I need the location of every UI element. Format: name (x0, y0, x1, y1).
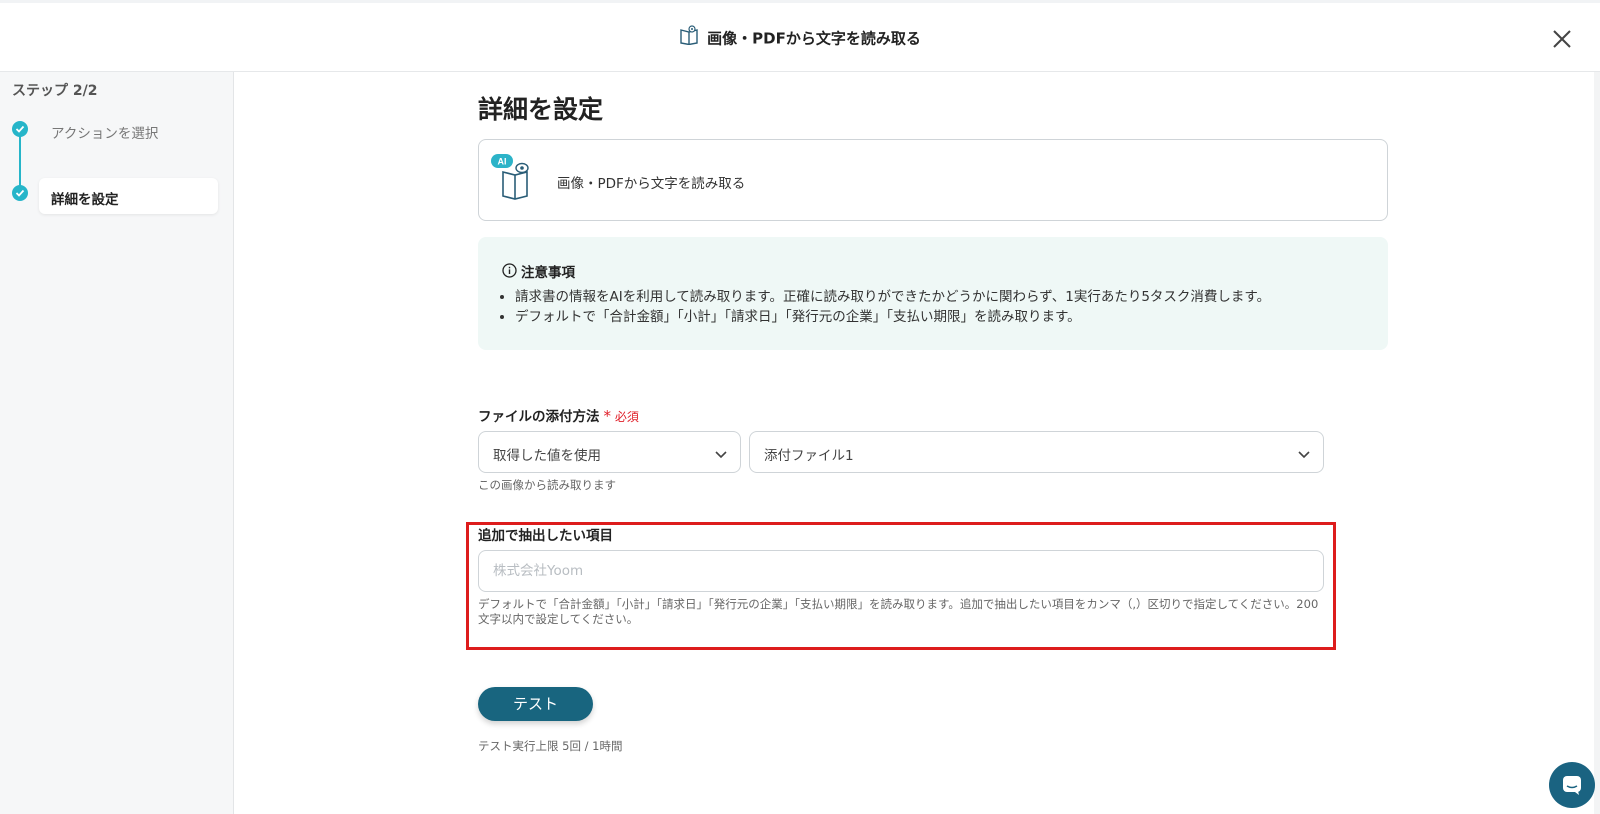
extra-items-label: 追加で抽出したい項目 (478, 528, 613, 544)
step-2-check-icon (12, 185, 28, 201)
info-icon (502, 262, 517, 282)
test-button[interactable]: テスト (478, 687, 593, 721)
required-text: 必須 (614, 410, 639, 424)
page-title: 詳細を設定 (478, 95, 604, 124)
action-card-label: 画像・PDFから文字を読み取る (557, 176, 746, 192)
main-content: 詳細を設定 AI 画像・PDFから文字を読み取る 注意事項 • 請求書の情報をA… (235, 72, 1600, 814)
notice-header: 注意事項 (502, 261, 575, 283)
action-card: AI 画像・PDFから文字を読み取る (478, 139, 1388, 221)
notice-box: 注意事項 請求書の情報をAIを利用して読み取ります。正確に読み取りができたかどう… (478, 237, 1388, 350)
notice-item: デフォルトで「合計金額」「小計」「請求日」「発行元の企業」「支払い期限」を読み取… (515, 307, 1270, 327)
extra-items-hint: デフォルトで「合計金額」「小計」「請求日」「発行元の企業」「支払い期限」を読み取… (478, 597, 1319, 626)
step-1-check-icon (12, 121, 28, 137)
step-sidebar: ステップ 2/2 アクションを選択 詳細を設定 (0, 72, 234, 814)
attach-method-value: 取得した値を使用 (493, 448, 601, 464)
test-limit-text: テスト実行上限 5回 / 1時間 (478, 739, 623, 753)
step-counter: ステップ 2/2 (12, 83, 98, 99)
notice-list: 請求書の情報をAIを利用して読み取ります。正確に読み取りができたかどうかに関わら… (515, 287, 1270, 327)
book-eye-icon (679, 25, 699, 49)
attach-method-label: ファイルの添付方法 * 必須 (478, 405, 639, 425)
attach-file-select[interactable]: 添付ファイル1 (749, 431, 1324, 473)
attach-method-label-text: ファイルの添付方法 (478, 409, 600, 425)
chat-icon (1563, 776, 1581, 795)
scrollbar-track[interactable] (1594, 72, 1600, 814)
modal-title-text: 画像・PDFから文字を読み取る (707, 29, 921, 48)
notice-item: 請求書の情報をAIを利用して読み取ります。正確に読み取りができたかどうかに関わら… (515, 287, 1270, 307)
required-marker: * 必須 (603, 407, 639, 425)
sidebar-step-select-action[interactable]: アクションを選択 (51, 122, 158, 142)
required-asterisk: * (603, 407, 612, 425)
sidebar-step-details[interactable]: 詳細を設定 (39, 178, 218, 214)
extra-items-input[interactable] (478, 550, 1324, 592)
attach-file-value: 添付ファイル1 (764, 448, 854, 464)
top-bar: 画像・PDFから文字を読み取る (0, 0, 1600, 72)
chat-support-button[interactable] (1549, 762, 1595, 808)
modal-title: 画像・PDFから文字を読み取る (0, 25, 1600, 51)
ai-badge-text: AI (498, 157, 507, 167)
attach-method-select[interactable]: 取得した値を使用 (478, 431, 741, 473)
chevron-down-icon (714, 446, 728, 465)
sidebar-step-details-label: 詳細を設定 (51, 192, 119, 208)
close-icon (1553, 30, 1571, 48)
chevron-down-icon (1297, 446, 1311, 465)
ai-book-icon: AI (491, 152, 541, 206)
attach-hint: この画像から読み取ります (478, 478, 616, 492)
close-button[interactable] (1548, 25, 1576, 53)
notice-title: 注意事項 (521, 265, 575, 281)
